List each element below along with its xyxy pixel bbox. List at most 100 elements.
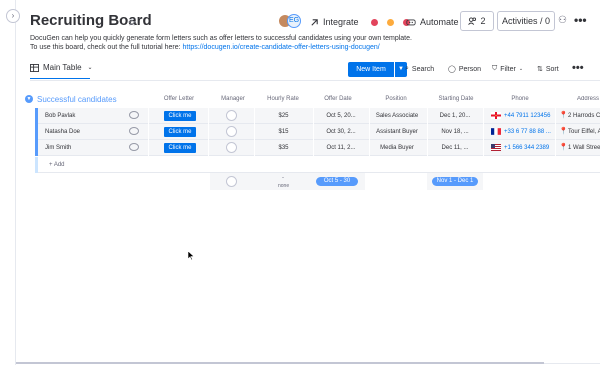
description-line: To use this board, check out the full tu… [30,43,430,52]
flag-us-icon [491,144,501,151]
offer-date-value[interactable]: Oct 5, 20... [313,108,369,124]
row-color-marker [35,140,38,156]
phone-value[interactable]: +1 566 344 2389 [504,140,549,156]
tutorial-link[interactable]: https://docugen.io/create-candidate-offe… [183,44,380,51]
hourly-rate-value[interactable]: $35 [254,140,313,156]
integration-app-icon [370,18,378,26]
members-button[interactable]: 2 [460,11,494,31]
row-color-marker [35,157,38,173]
automate-button[interactable]: Automate [406,14,459,30]
search-label: Search [411,65,435,73]
column-header-phone[interactable]: Phone [506,96,534,102]
divider [483,140,484,156]
divider [148,140,149,156]
chat-bubble-icon[interactable] [129,127,139,135]
starting-date-value[interactable]: Dec 1, 20... [427,108,483,124]
flag-fr-icon [491,128,501,135]
offer-date-value[interactable]: Oct 11, 2... [313,140,369,156]
table-row[interactable]: Natasha Doe Click me $15 Oct 30, 2... As… [35,124,600,140]
new-item-button[interactable]: New Item [348,62,394,77]
tab-main-table[interactable]: Main Table ⌄ [30,63,93,72]
person-icon[interactable] [226,142,237,153]
starting-date-value[interactable]: Dec 11, ... [427,140,483,156]
flag-gg-icon [491,112,501,119]
starting-date-range-pill[interactable]: Nov 1 - Dec 1 [432,177,478,186]
offer-date-value[interactable]: Oct 30, 2... [313,124,369,140]
item-name[interactable]: Jim Smith [45,140,125,156]
toolbar-more-icon[interactable]: ••• [572,62,584,74]
divider [555,124,556,140]
offer-letter-button[interactable]: Click me [164,143,196,153]
phone-value[interactable]: +33 6 77 88 88 ... [504,124,551,140]
address-value[interactable]: 2 Harrods Co [568,108,600,124]
position-value[interactable]: Sales Associate [369,108,425,124]
activities-label: Activities / 0 [501,16,550,26]
add-item-input[interactable]: + Add [49,157,65,173]
collapse-group-icon[interactable]: ▼ [25,95,33,103]
horizontal-scrollbar[interactable] [16,362,544,364]
chevron-down-icon: ⌄ [87,65,93,71]
divider [30,80,600,81]
search-button[interactable]: ⌕ Search [405,65,434,73]
column-header-manager[interactable]: Manager [218,96,248,102]
column-header-offer-letter[interactable]: Offer Letter [161,96,197,102]
integration-app-icon [386,18,394,26]
table-row[interactable]: Jim Smith Click me $35 Oct 11, 2... Medi… [35,140,600,156]
offer-date-range-pill[interactable]: Oct 5 - 30 [316,177,358,186]
position-value[interactable]: Media Buyer [369,140,425,156]
divider [555,108,556,124]
sort-label: Sort [545,65,559,73]
item-name[interactable]: Bob Pavlak [45,108,125,124]
sort-icon: ⇅ [537,66,543,73]
add-item-row[interactable]: + Add [35,157,600,173]
starting-date-value[interactable]: Nov 18, ... [427,124,483,140]
board-more-icon[interactable]: ••• [574,13,587,27]
row-color-marker [35,124,38,140]
column-header-address[interactable]: Address [577,96,600,102]
sort-button[interactable]: ⇅ Sort [537,65,559,74]
column-header-position[interactable]: Position [376,96,416,102]
person-icon[interactable] [226,126,237,137]
integrate-button[interactable]: Integrate [310,14,410,30]
group-header[interactable]: ▼ Successful candidates [25,93,117,105]
chat-bubble-icon[interactable] [129,143,139,151]
position-value[interactable]: Assistant Buyer [369,124,425,140]
person-icon[interactable] [226,110,237,121]
table-row[interactable]: Bob Pavlak Click me $25 Oct 5, 20... Sal… [35,108,600,124]
chat-bubble-icon[interactable] [129,111,139,119]
mouse-cursor-icon [188,251,195,261]
phone-value[interactable]: +44 7911 123456 [504,108,550,124]
integrate-icon [311,18,318,26]
chevron-down-icon: ▼ [398,66,404,72]
address-value[interactable]: 1 Wall Street [568,140,600,156]
description-line: DocuGen can help you quickly generate fo… [30,35,412,42]
column-header-starting-date[interactable]: Starting Date [432,96,480,102]
left-rail [0,0,16,365]
expand-sidebar-button[interactable]: › [6,9,20,23]
column-header-offer-date[interactable]: Offer Date [318,96,358,102]
offer-letter-button[interactable]: Click me [164,127,196,137]
person-icon: ◯ [448,66,456,73]
offer-letter-button[interactable]: Click me [164,111,196,121]
manager-summary [210,173,313,190]
column-header-hourly-rate[interactable]: Hourly Rate [261,96,305,102]
chevron-down-icon: ⌄ [518,66,524,72]
robot-icon [406,19,416,26]
table-icon [30,63,39,72]
hourly-rate-value[interactable]: $15 [254,124,313,140]
activities-button[interactable]: Activities / 0 [497,11,555,31]
star-icon[interactable]: ☆ [127,16,137,29]
item-name[interactable]: Natasha Doe [45,124,125,140]
person-filter-button[interactable]: ◯ Person [448,65,481,74]
hourly-rate-value[interactable]: $25 [254,108,313,124]
invite-icon[interactable]: ⚇ [558,15,567,26]
board-members-avatars[interactable]: EG [278,14,304,30]
address-value[interactable]: Tour Eiffel, A [568,124,600,140]
filter-button[interactable]: ⛉ Filter ⌄ [492,65,523,73]
people-icon [468,17,477,25]
description-prefix: To use this board, check out the full tu… [30,44,183,51]
person-icon [226,176,237,187]
divider [208,108,209,124]
filter-icon: ⛉ [492,65,498,72]
group-title[interactable]: Successful candidates [37,95,117,104]
